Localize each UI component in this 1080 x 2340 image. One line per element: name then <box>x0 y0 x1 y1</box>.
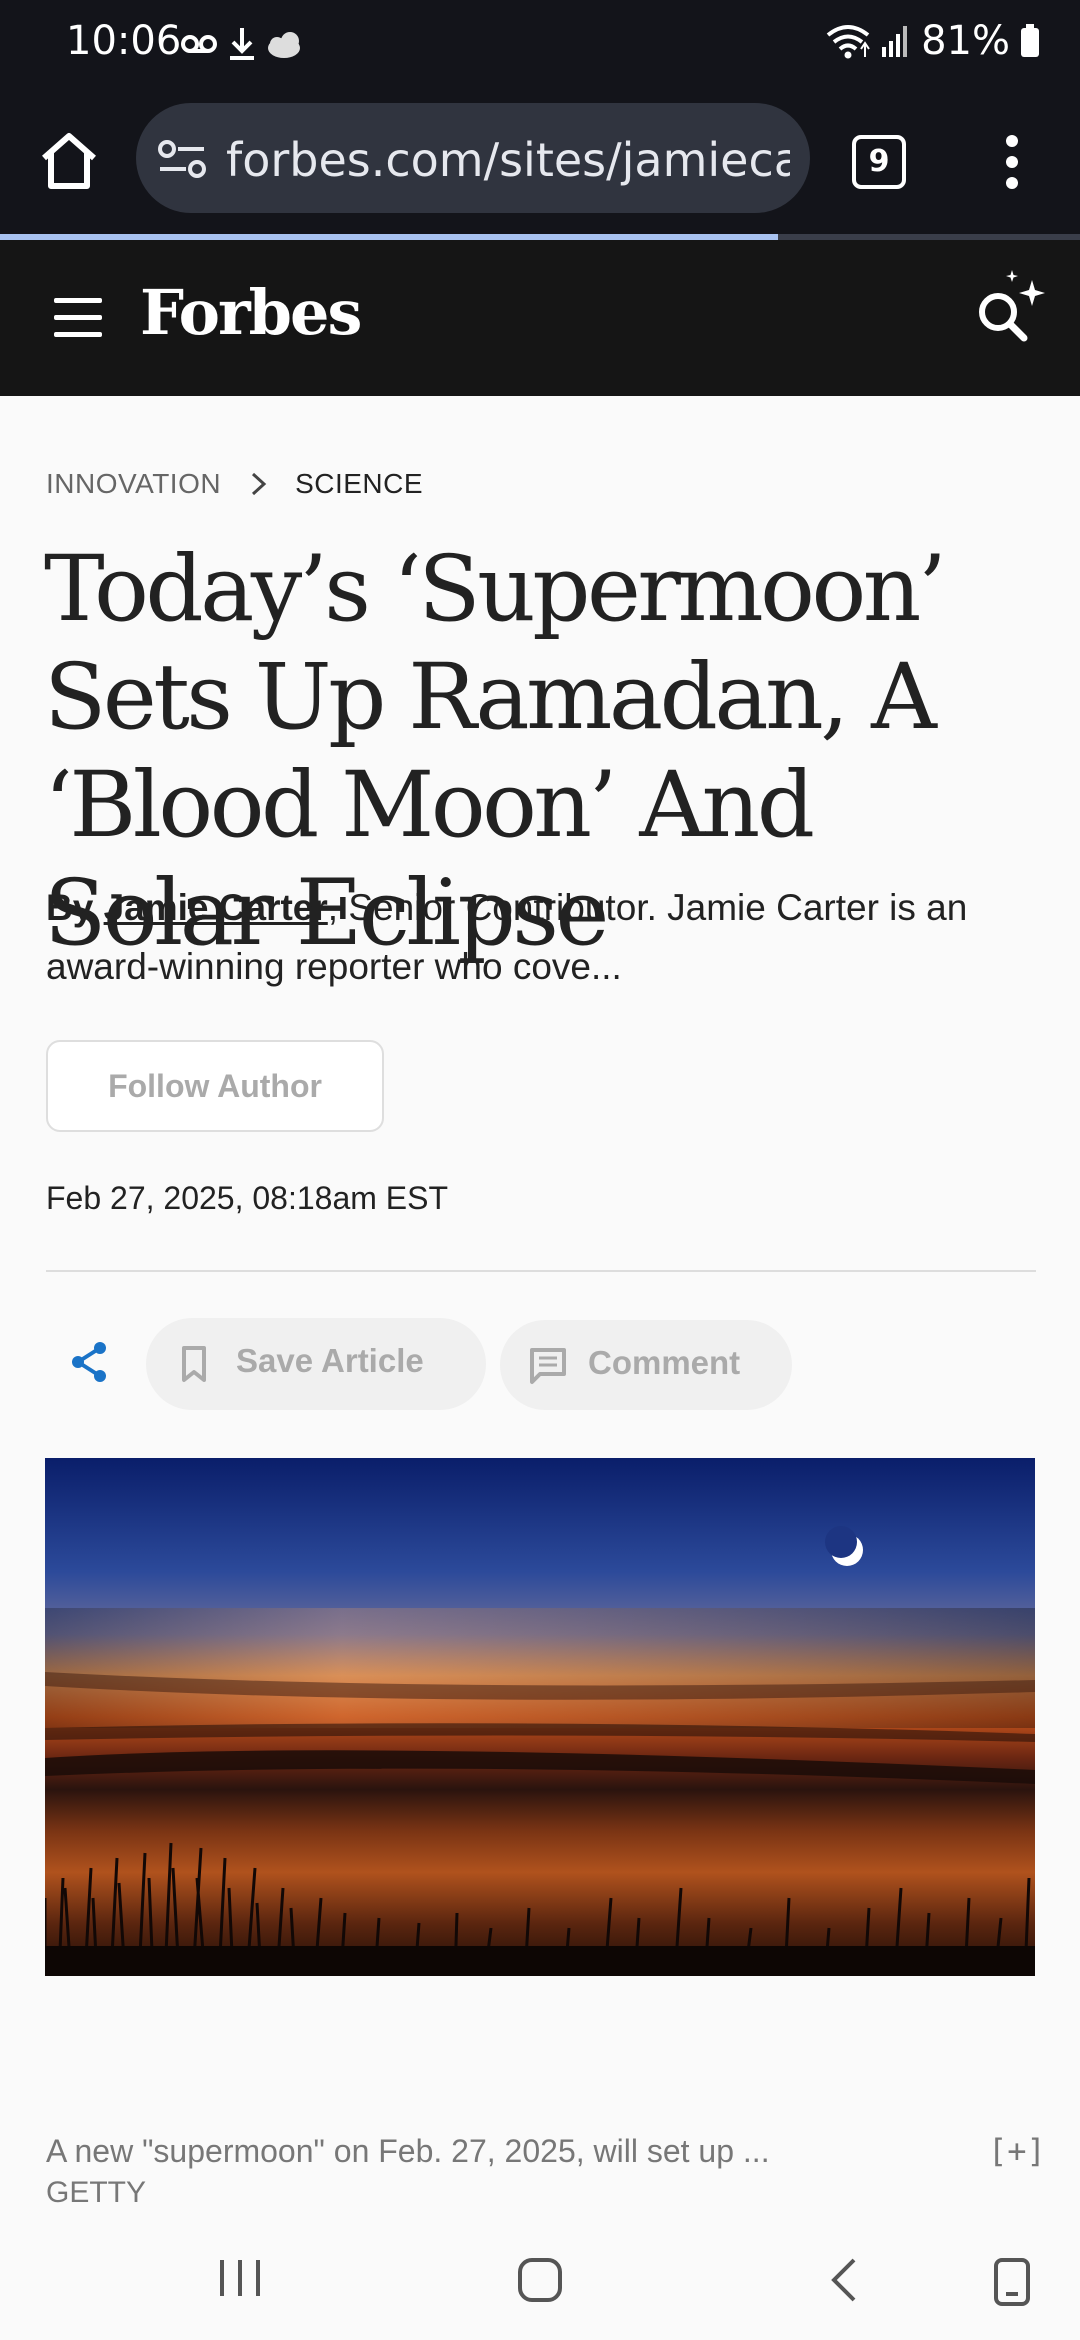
follow-author-button[interactable]: Follow Author <box>46 1040 384 1132</box>
breadcrumb: INNOVATION SCIENCE <box>46 468 423 500</box>
share-icon[interactable] <box>68 1340 112 1384</box>
status-right: 81% <box>825 18 1040 64</box>
url-text[interactable]: forbes.com/sites/jamiecarte <box>226 133 790 187</box>
home-nav-icon[interactable] <box>516 2256 564 2304</box>
more-options-icon[interactable] <box>1000 132 1024 192</box>
supermoon-sunset-image <box>45 1458 1035 1976</box>
status-time: 10:06 <box>66 18 182 64</box>
author-link[interactable]: Jamie Carter <box>104 887 328 928</box>
byline-prefix: By <box>46 887 94 928</box>
hero-image[interactable] <box>45 1458 1035 1976</box>
divider <box>46 1270 1036 1272</box>
home-icon[interactable] <box>36 128 102 194</box>
site-header: Forbes <box>0 240 1080 396</box>
comment-label: Comment <box>588 1344 741 1381</box>
battery-icon <box>1021 24 1039 57</box>
comment-button[interactable]: Comment <box>500 1320 792 1410</box>
recents-icon[interactable] <box>218 2256 262 2300</box>
cloud-icon <box>268 32 300 58</box>
site-settings-icon[interactable] <box>158 139 206 179</box>
status-icons <box>181 28 300 60</box>
browser-toolbar: forbes.com/sites/jamiecarte 9 <box>0 88 1080 236</box>
comment-icon <box>530 1348 566 1384</box>
publish-date: Feb 27, 2025, 08:18am EST <box>46 1180 449 1216</box>
battery-percent: 81% <box>921 18 1010 64</box>
download-icon <box>230 28 254 60</box>
image-credit: GETTY <box>46 2176 147 2204</box>
tab-switcher-button[interactable]: 9 <box>852 135 906 189</box>
expand-caption-button[interactable]: [+] <box>988 2132 1046 2170</box>
bookmark-icon <box>182 1346 206 1382</box>
byline: By Jamie Carter, Senior Contributor. Jam… <box>46 878 1046 996</box>
status-bar: 10:06 81% <box>0 0 1080 88</box>
voicemail-icon <box>181 35 217 53</box>
back-icon[interactable] <box>826 2256 860 2304</box>
wifi-icon <box>826 25 870 59</box>
keyboard-toggle-icon[interactable] <box>992 2256 1032 2308</box>
system-nav-bar <box>0 2218 1080 2340</box>
save-article-button[interactable]: Save Article <box>146 1318 486 1410</box>
breadcrumb-science[interactable]: SCIENCE <box>295 468 423 500</box>
address-bar[interactable]: forbes.com/sites/jamiecarte <box>136 103 810 213</box>
save-article-label: Save Article <box>236 1342 424 1379</box>
breadcrumb-innovation[interactable]: INNOVATION <box>46 468 221 500</box>
site-logo[interactable]: Forbes <box>140 276 362 349</box>
signal-icon <box>882 26 908 57</box>
image-caption: A new "supermoon" on Feb. 27, 2025, will… <box>46 2133 770 2169</box>
menu-icon[interactable] <box>54 298 102 338</box>
chevron-right-icon <box>252 472 267 496</box>
ai-search-icon[interactable] <box>970 268 1048 346</box>
